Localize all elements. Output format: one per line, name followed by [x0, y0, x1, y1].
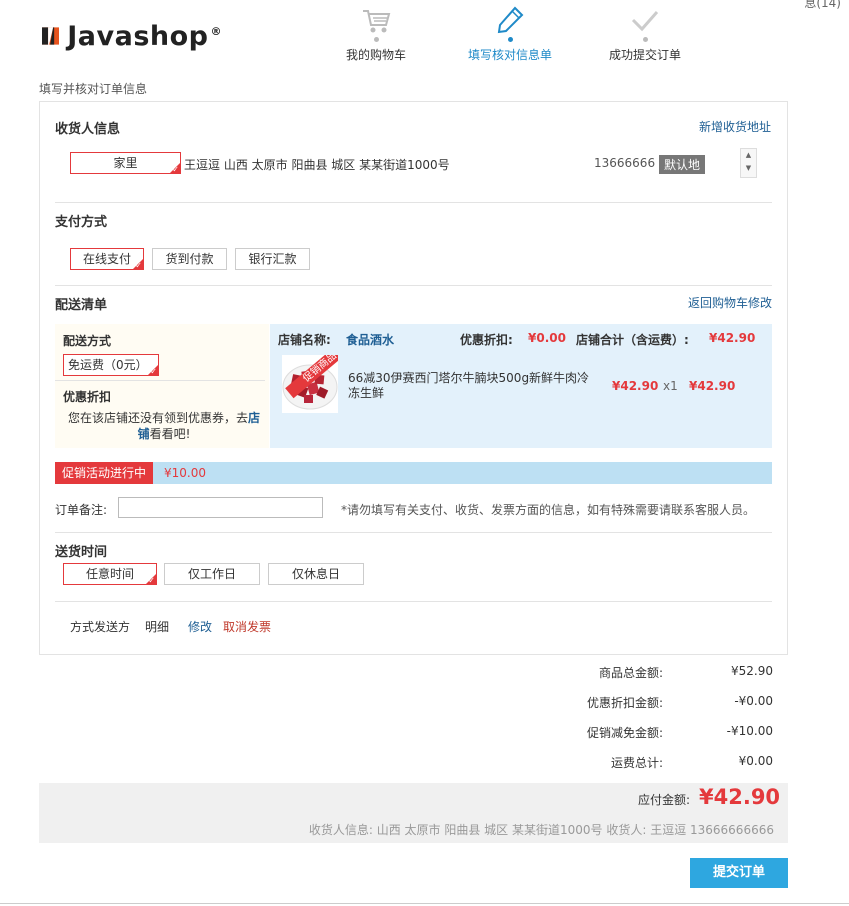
ship-time-title: 送货时间: [55, 545, 108, 560]
promo-tag: 促销活动进行中: [55, 462, 153, 484]
product-image[interactable]: 促销商品: [282, 355, 338, 413]
selected-check-icon: ✓: [148, 576, 155, 585]
ship-time-anytime[interactable]: 任意时间 ✓: [63, 563, 157, 585]
payment-cod[interactable]: 货到付款: [152, 248, 227, 270]
delivery-method-label: 免运费（0元）: [68, 358, 148, 372]
coupon-hint-text: 您在该店铺还没有领到优惠券，去: [67, 411, 248, 425]
divider: [55, 285, 772, 286]
payable-value: ¥42.90: [699, 785, 781, 809]
cart-icon: [363, 10, 391, 33]
invoice-modify-link[interactable]: 修改: [188, 618, 212, 635]
store-discount-value: ¥0.00: [528, 331, 566, 345]
receiver-title: 收货人信息: [55, 122, 121, 137]
product-subtotal: ¥42.90: [689, 379, 736, 393]
scroll-up-icon[interactable]: ▲: [741, 149, 756, 161]
default-address-badge: 默认地: [659, 155, 706, 174]
invoice-method-label: 方式发送方: [70, 620, 131, 634]
order-note-label: 订单备注:: [55, 503, 108, 517]
ship-time-weekends[interactable]: 仅休息日: [268, 563, 364, 585]
payment-bank-transfer[interactable]: 银行汇款: [235, 248, 310, 270]
payment-option-label: 在线支付: [82, 252, 131, 266]
address-scrollbar[interactable]: ▲ ▼: [740, 148, 757, 178]
step-cart: 我的购物车: [321, 4, 431, 63]
back-to-cart-link[interactable]: 返回购物车修改: [688, 294, 772, 311]
store-total-label: 店铺合计（含运费）:: [576, 333, 689, 347]
summary-promo-label: 促销减免金额:: [586, 726, 663, 740]
scroll-down-icon[interactable]: ▼: [741, 161, 756, 175]
step-dot: [373, 37, 379, 42]
divider: [55, 202, 772, 203]
payment-title: 支付方式: [55, 215, 108, 230]
divider: [55, 380, 265, 381]
address-tag-label: 家里: [113, 156, 138, 170]
invoice-detail-label: 明细: [145, 620, 170, 634]
payable-label: 应付金额:: [638, 793, 691, 807]
ship-time-workdays[interactable]: 仅工作日: [164, 563, 260, 585]
coupon-hint: 您在该店铺还没有领到优惠券，去店铺看看吧!: [64, 410, 264, 442]
summary-shipping-value: ¥0.00: [738, 754, 773, 768]
product-name-link[interactable]: 66减30伊赛西门塔尔牛腩块500g新鲜牛肉冷冻生鲜: [348, 371, 600, 401]
summary-goods-value: ¥52.90: [731, 664, 773, 678]
divider: [55, 532, 772, 533]
footer-divider: [0, 903, 849, 904]
store-total-value: ¥42.90: [709, 331, 756, 345]
promo-value: ¥10.00: [164, 466, 206, 480]
payment-online[interactable]: 在线支付 ✓: [70, 248, 144, 270]
step-label: 填写核对信息单: [467, 48, 552, 62]
message-count[interactable]: 息(14): [804, 0, 841, 11]
delivery-method-free[interactable]: 免运费（0元） ✓: [63, 354, 159, 376]
store-discount-label: 优惠折扣:: [460, 333, 513, 347]
promo-bar: [55, 462, 772, 484]
order-note-hint: *请勿填写有关支付、收货、发票方面的信息，如有特殊需要请联系客服人员。: [341, 503, 756, 517]
summary-promo-value: -¥10.00: [726, 724, 773, 738]
selected-check-icon: ✓: [172, 165, 179, 174]
product-price: ¥42.90: [612, 379, 659, 393]
order-note-input[interactable]: [118, 497, 323, 518]
step-label: 成功提交订单: [608, 48, 681, 62]
receiver-address: 王逗逗 山西 太原市 阳曲县 城区 某某街道1000号: [184, 158, 450, 172]
step-dot: [507, 37, 513, 42]
selected-check-icon: ✓: [135, 261, 142, 270]
page-hint: 填写并核对订单信息: [39, 82, 148, 96]
address-tag-home[interactable]: 家里 ✓: [70, 152, 181, 174]
logo-text: Javashop ®: [67, 20, 222, 52]
summary-discount-label: 优惠折扣金额:: [586, 696, 663, 710]
submit-order-button[interactable]: 提交订单: [690, 858, 788, 888]
coupon-hint-text-end: 看看吧!: [149, 427, 191, 441]
javashop-logo[interactable]: Javashop ®: [42, 16, 222, 56]
product-quantity: x1: [663, 379, 678, 393]
payable-receiver-info: 收货人信息: 山西 太原市 阳曲县 城区 某某街道1000号 收货人: 王逗逗 …: [308, 823, 774, 837]
summary-goods-label: 商品总金额:: [598, 666, 663, 680]
step-dot: [642, 37, 648, 42]
delivery-title: 配送清单: [55, 298, 108, 313]
coupon-title: 优惠折扣: [63, 390, 112, 404]
summary-shipping-label: 运费总计:: [610, 756, 663, 770]
step-success: 成功提交订单: [590, 4, 700, 63]
add-address-link[interactable]: 新增收货地址: [699, 118, 771, 135]
step-fill-info: 填写核对信息单: [455, 4, 565, 63]
receiver-phone: 13666666: [594, 156, 656, 170]
store-name-label: 店铺名称:: [278, 333, 331, 347]
invoice-cancel-link[interactable]: 取消发票: [223, 618, 271, 635]
check-icon: [631, 11, 659, 32]
ship-time-label: 任意时间: [85, 567, 134, 581]
summary-discount-value: -¥0.00: [734, 694, 773, 708]
logo-mark-icon: [42, 27, 60, 45]
pencil-icon: [497, 6, 524, 34]
divider: [55, 601, 772, 602]
selected-check-icon: ✓: [150, 367, 157, 376]
store-name-link[interactable]: 食品酒水: [346, 331, 394, 348]
delivery-method-title: 配送方式: [63, 334, 112, 348]
step-label: 我的购物车: [345, 48, 406, 62]
